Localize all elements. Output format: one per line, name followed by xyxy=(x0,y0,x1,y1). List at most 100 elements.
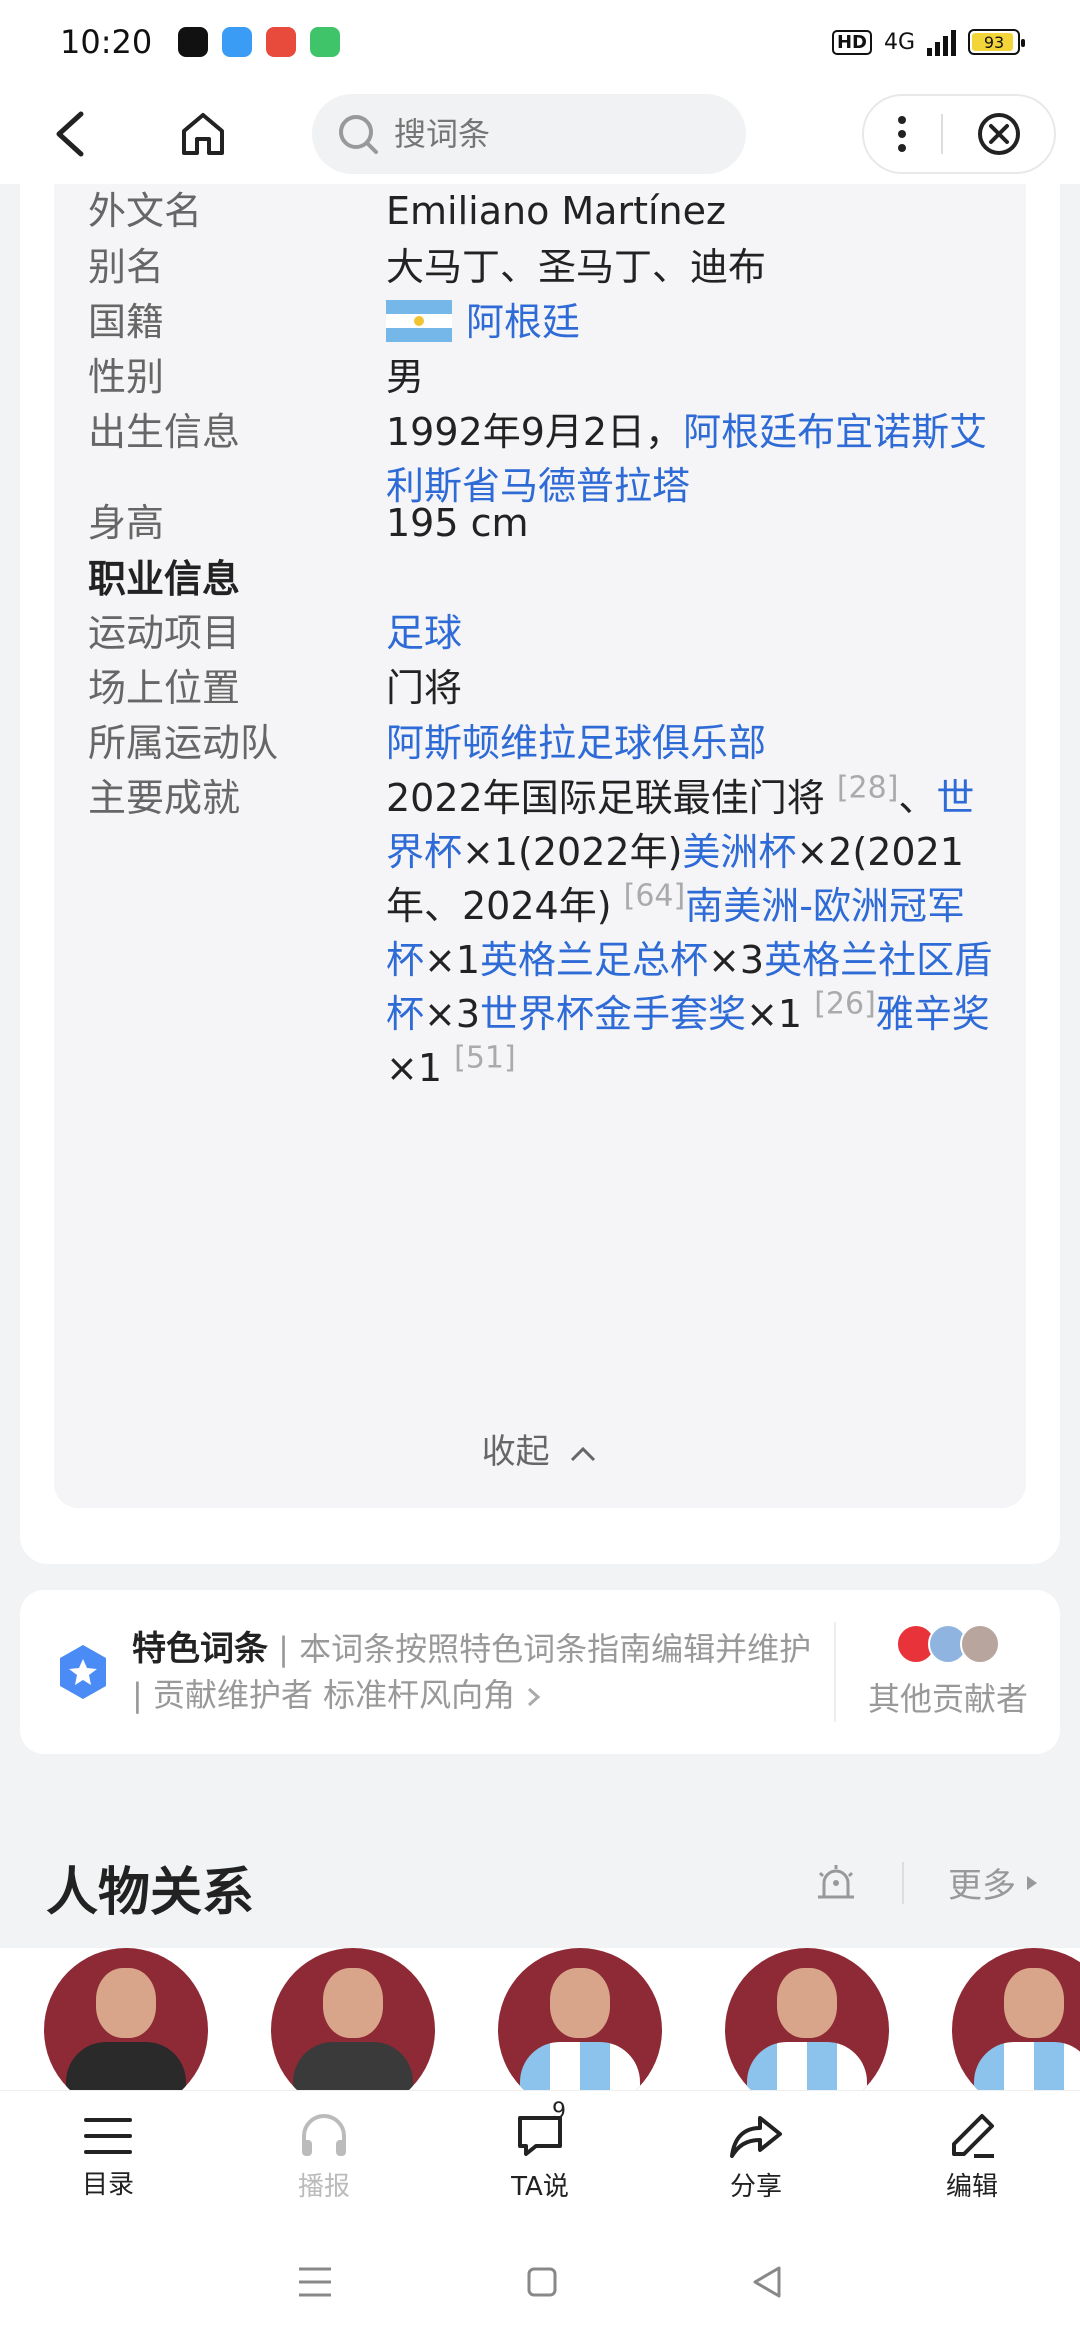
reference-link[interactable]: [26] xyxy=(814,986,876,1021)
person-avatar[interactable] xyxy=(271,1948,435,2090)
info-row-team: 所属运动队 阿斯顿维拉足球俱乐部 xyxy=(88,716,996,770)
collapse-label: 收起 xyxy=(481,1432,550,1472)
home-icon xyxy=(182,113,224,155)
edit-icon xyxy=(952,2114,994,2158)
info-row-gender: 性别 男 xyxy=(88,350,996,404)
argentina-flag-icon xyxy=(386,299,452,342)
caret-right-icon xyxy=(1027,1875,1037,1890)
reference-link[interactable]: [64] xyxy=(624,878,686,913)
relations-carousel[interactable] xyxy=(0,1948,1080,2090)
back-button[interactable] xyxy=(36,99,106,169)
sport-link[interactable]: 足球 xyxy=(386,606,996,660)
info-label: 主要成就 xyxy=(88,776,241,820)
tab-audio[interactable]: 播报 xyxy=(216,2091,432,2224)
collapse-button[interactable]: 收起 xyxy=(54,1424,1026,1473)
info-label: 所属运动队 xyxy=(88,721,279,765)
copa-america-link[interactable]: 美洲杯 xyxy=(682,830,796,874)
info-value: 门将 xyxy=(386,666,463,710)
featured-separator: | xyxy=(278,1630,289,1668)
status-time: 10:20 xyxy=(60,23,153,61)
network-type: 4G xyxy=(883,29,915,55)
battery-percent: 93 xyxy=(983,32,1005,52)
birth-date: 1992年9月2日， xyxy=(386,410,684,454)
search-box[interactable] xyxy=(312,94,746,174)
nationality-link[interactable]: 阿根廷 xyxy=(466,300,580,344)
status-app-icons xyxy=(178,27,341,57)
info-label: 性别 xyxy=(88,355,165,399)
tab-comments[interactable]: 9 TA说 xyxy=(432,2091,648,2224)
tab-label: 播报 xyxy=(297,2172,350,2202)
capsule-divider xyxy=(940,114,943,154)
tab-contents[interactable]: 目录 xyxy=(0,2091,216,2224)
app-icon xyxy=(310,27,341,57)
info-value: 195 cm xyxy=(386,501,529,545)
more-icon[interactable] xyxy=(896,114,908,154)
team-link[interactable]: 阿斯顿维拉足球俱乐部 xyxy=(386,716,996,770)
info-value: 男 xyxy=(386,355,425,399)
info-row-sport: 运动项目 足球 xyxy=(88,606,996,660)
tab-label: 目录 xyxy=(81,2170,134,2200)
home-square-icon[interactable] xyxy=(524,2264,560,2300)
tab-label: 编辑 xyxy=(945,2172,998,2202)
other-contributors-label: 其他贡献者 xyxy=(867,1680,1028,1718)
info-label: 运动项目 xyxy=(88,611,241,655)
app-icon xyxy=(222,27,253,57)
featured-entry-card[interactable]: 特色词条 | 本词条按照特色词条指南编辑并维护 | 贡献维护者 标准杆风向角 其… xyxy=(20,1590,1060,1754)
reference-link[interactable]: [51] xyxy=(454,1040,516,1075)
close-icon[interactable] xyxy=(976,111,1022,157)
info-row-alias: 别名 大马丁、圣马丁、迪布 xyxy=(88,240,996,294)
achievement-text: ×3 xyxy=(424,992,481,1036)
more-link[interactable]: 更多 xyxy=(948,1858,1016,1907)
person-avatar[interactable] xyxy=(498,1948,662,2090)
maintainer-label: 贡献维护者 xyxy=(152,1676,313,1714)
contributor-avatars xyxy=(896,1624,1000,1664)
back-triangle-icon[interactable] xyxy=(749,2264,785,2300)
headphones-icon xyxy=(302,2114,346,2156)
info-row-height: 身高 195 cm xyxy=(88,496,996,550)
search-icon xyxy=(339,115,378,154)
chevron-right-icon xyxy=(528,1687,541,1707)
person-avatar[interactable] xyxy=(44,1948,208,2090)
reference-link[interactable]: [28] xyxy=(837,770,899,805)
status-indicators: HD 4G 93 xyxy=(831,28,1025,56)
recent-apps-icon[interactable] xyxy=(295,2265,335,2299)
achievements-value: 2022年国际足联最佳门将 [28]、世界杯×1(2022年)美洲杯×2(202… xyxy=(386,771,996,1095)
fa-cup-link[interactable]: 英格兰足总杯 xyxy=(480,938,708,982)
bottom-toolbar: 目录 播报 9 TA说 分享 编辑 xyxy=(0,2090,1080,2224)
achievement-text: ×1 xyxy=(746,992,803,1036)
info-row-position: 场上位置 门将 xyxy=(88,661,996,715)
info-label: 别名 xyxy=(88,245,165,289)
achievement-text: ×3 xyxy=(708,938,765,982)
tab-label: TA说 xyxy=(511,2172,569,2202)
achievement-text: ×1 xyxy=(386,1046,443,1090)
info-row-foreign-name: 外文名 Emiliano Martínez xyxy=(88,184,996,238)
info-label: 外文名 xyxy=(88,189,203,233)
avatar xyxy=(960,1624,1000,1664)
golden-glove-link[interactable]: 世界杯金手套奖 xyxy=(480,992,746,1036)
maintainer-name[interactable]: 标准杆风向角 xyxy=(323,1676,515,1714)
featured-star-icon xyxy=(60,1645,106,1699)
person-avatar[interactable] xyxy=(725,1948,889,2090)
home-button[interactable] xyxy=(168,99,238,169)
info-label: 国籍 xyxy=(88,300,165,344)
list-icon xyxy=(84,2118,132,2154)
achievement-text: ×1(2022年) xyxy=(462,830,683,874)
other-contributors[interactable]: 其他贡献者 xyxy=(836,1624,1060,1720)
info-row-nationality: 国籍 阿根廷 xyxy=(88,295,996,349)
search-input[interactable] xyxy=(394,115,694,153)
yashin-trophy-link[interactable]: 雅辛奖 xyxy=(876,992,990,1036)
achievement-text: 2022年国际足联最佳门将 xyxy=(386,776,825,820)
info-value: 阿根廷 xyxy=(386,295,996,349)
back-arrow-icon xyxy=(56,111,84,157)
basic-info-box: 外文名 Emiliano Martínez 别名 大马丁、圣马丁、迪布 国籍 阿… xyxy=(54,184,1026,1508)
featured-separator: | xyxy=(132,1676,143,1714)
person-avatar[interactable] xyxy=(952,1948,1080,2090)
status-bar: 10:20 HD 4G 93 xyxy=(0,0,1080,84)
career-section-header: 职业信息 xyxy=(88,557,241,601)
hd-icon: HD xyxy=(831,29,872,55)
signal-icon xyxy=(927,28,956,56)
relation-graph-icon[interactable] xyxy=(814,1863,858,1903)
app-icon xyxy=(266,27,297,57)
tab-edit[interactable]: 编辑 xyxy=(864,2091,1080,2224)
tab-share[interactable]: 分享 xyxy=(648,2091,864,2224)
